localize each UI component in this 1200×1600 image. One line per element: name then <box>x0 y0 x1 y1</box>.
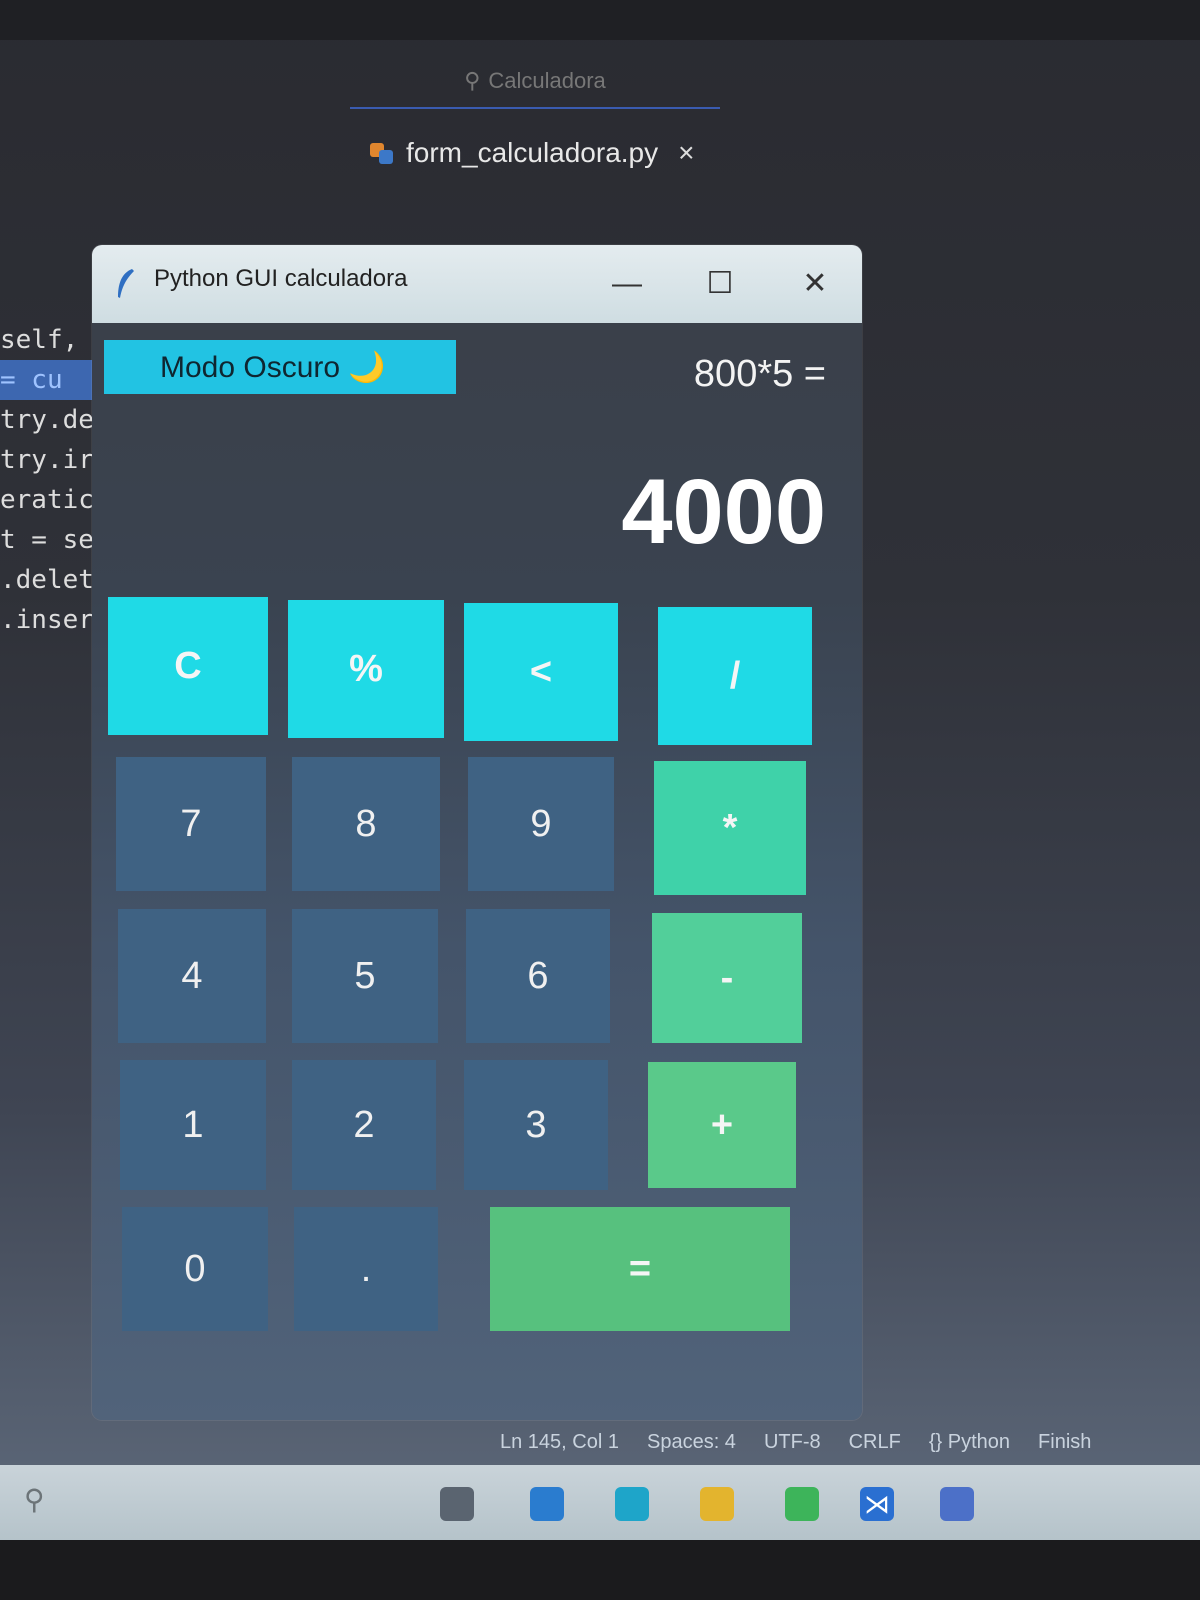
feather-icon <box>118 269 134 298</box>
status-finish[interactable]: Finish <box>1038 1431 1091 1454</box>
equals-button[interactable]: = <box>490 1207 790 1331</box>
tab-filename: form_calculadora.py <box>406 137 659 168</box>
python-file-icon <box>370 141 394 165</box>
taskbar-vscode-icon[interactable]: ⋊ <box>860 1487 894 1521</box>
taskbar-app-icon[interactable] <box>940 1487 974 1521</box>
digit-8-button[interactable]: 8 <box>292 757 440 891</box>
taskbar-file-explorer-icon[interactable] <box>440 1487 474 1521</box>
digit-6-button[interactable]: 6 <box>466 909 610 1043</box>
decimal-button[interactable]: . <box>294 1207 438 1331</box>
maximize-button[interactable]: ☐ <box>690 259 750 309</box>
calculator-window: Python GUI calculadora — ☐ ✕ Modo Oscuro… <box>92 245 862 1420</box>
window-titlebar[interactable]: Python GUI calculadora — ☐ ✕ <box>92 245 862 323</box>
dark-mode-button[interactable]: Modo Oscuro 🌙 <box>104 340 456 394</box>
monitor-bezel <box>0 1540 1200 1600</box>
result-display: 4000 <box>621 461 826 563</box>
status-cursor-position[interactable]: Ln 145, Col 1 <box>500 1431 619 1454</box>
digit-0-button[interactable]: 0 <box>122 1207 268 1331</box>
digit-7-button[interactable]: 7 <box>116 757 266 891</box>
editor-tab[interactable]: form_calculadora.py × <box>370 128 694 178</box>
windows-taskbar: ⚲ ⋊ <box>0 1465 1200 1540</box>
expression-display: 800*5 = <box>693 353 826 395</box>
vscode-top-strip <box>0 0 1200 40</box>
taskbar-search-icon[interactable]: ⚲ <box>24 1483 45 1516</box>
multiply-button[interactable]: * <box>654 761 806 895</box>
taskbar-chrome-icon[interactable] <box>785 1487 819 1521</box>
digit-5-button[interactable]: 5 <box>292 909 438 1043</box>
digit-9-button[interactable]: 9 <box>468 757 614 891</box>
window-title: Python GUI calculadora <box>154 265 408 292</box>
digit-4-button[interactable]: 4 <box>118 909 266 1043</box>
status-encoding[interactable]: UTF-8 <box>764 1431 821 1454</box>
divide-button[interactable]: / <box>658 607 812 745</box>
close-button[interactable]: ✕ <box>785 259 845 309</box>
search-text: Calculadora <box>488 68 606 93</box>
digit-1-button[interactable]: 1 <box>120 1060 266 1190</box>
percent-button[interactable]: % <box>288 600 444 738</box>
plus-button[interactable]: + <box>648 1062 796 1188</box>
clear-button[interactable]: C <box>108 597 268 735</box>
status-indentation[interactable]: Spaces: 4 <box>647 1431 736 1454</box>
tab-close-icon[interactable]: × <box>678 137 694 169</box>
search-icon: ⚲ <box>464 68 481 93</box>
digit-3-button[interactable]: 3 <box>464 1060 608 1190</box>
taskbar-folder-icon[interactable] <box>700 1487 734 1521</box>
taskbar-store-icon[interactable] <box>530 1487 564 1521</box>
vscode-statusbar: Ln 145, Col 1 Spaces: 4 UTF-8 CRLF {} Py… <box>500 1420 1200 1464</box>
backspace-button[interactable]: < <box>464 603 618 741</box>
vscode-command-search[interactable]: ⚲ Calculadora <box>350 55 720 109</box>
taskbar-edge-icon[interactable] <box>615 1487 649 1521</box>
status-eol[interactable]: CRLF <box>849 1431 901 1454</box>
minus-button[interactable]: - <box>652 913 802 1043</box>
digit-2-button[interactable]: 2 <box>292 1060 436 1190</box>
minimize-button[interactable]: — <box>597 259 657 309</box>
status-language[interactable]: {} Python <box>929 1431 1010 1454</box>
